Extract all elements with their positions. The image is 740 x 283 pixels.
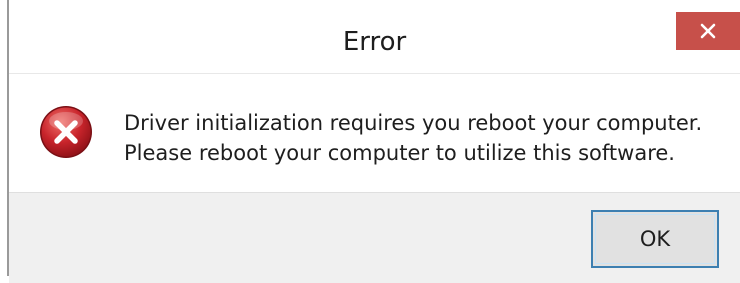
ok-button-label: OK xyxy=(639,227,671,251)
title-bar[interactable]: Error xyxy=(9,0,740,70)
message-line-1: Driver initialization requires you reboo… xyxy=(124,111,703,135)
message-area: Driver initialization requires you reboo… xyxy=(9,74,740,192)
close-button[interactable] xyxy=(676,12,740,50)
window-title: Error xyxy=(342,27,407,57)
error-circle-x-icon xyxy=(40,106,92,158)
button-bar: OK xyxy=(9,192,740,283)
close-x-icon xyxy=(700,23,716,39)
error-message: Driver initialization requires you reboo… xyxy=(124,108,734,168)
error-dialog: Error Driver initialization requires you… xyxy=(0,0,740,283)
message-line-2: Please reboot your computer to utilize t… xyxy=(124,141,675,165)
ok-button[interactable]: OK xyxy=(591,210,719,268)
